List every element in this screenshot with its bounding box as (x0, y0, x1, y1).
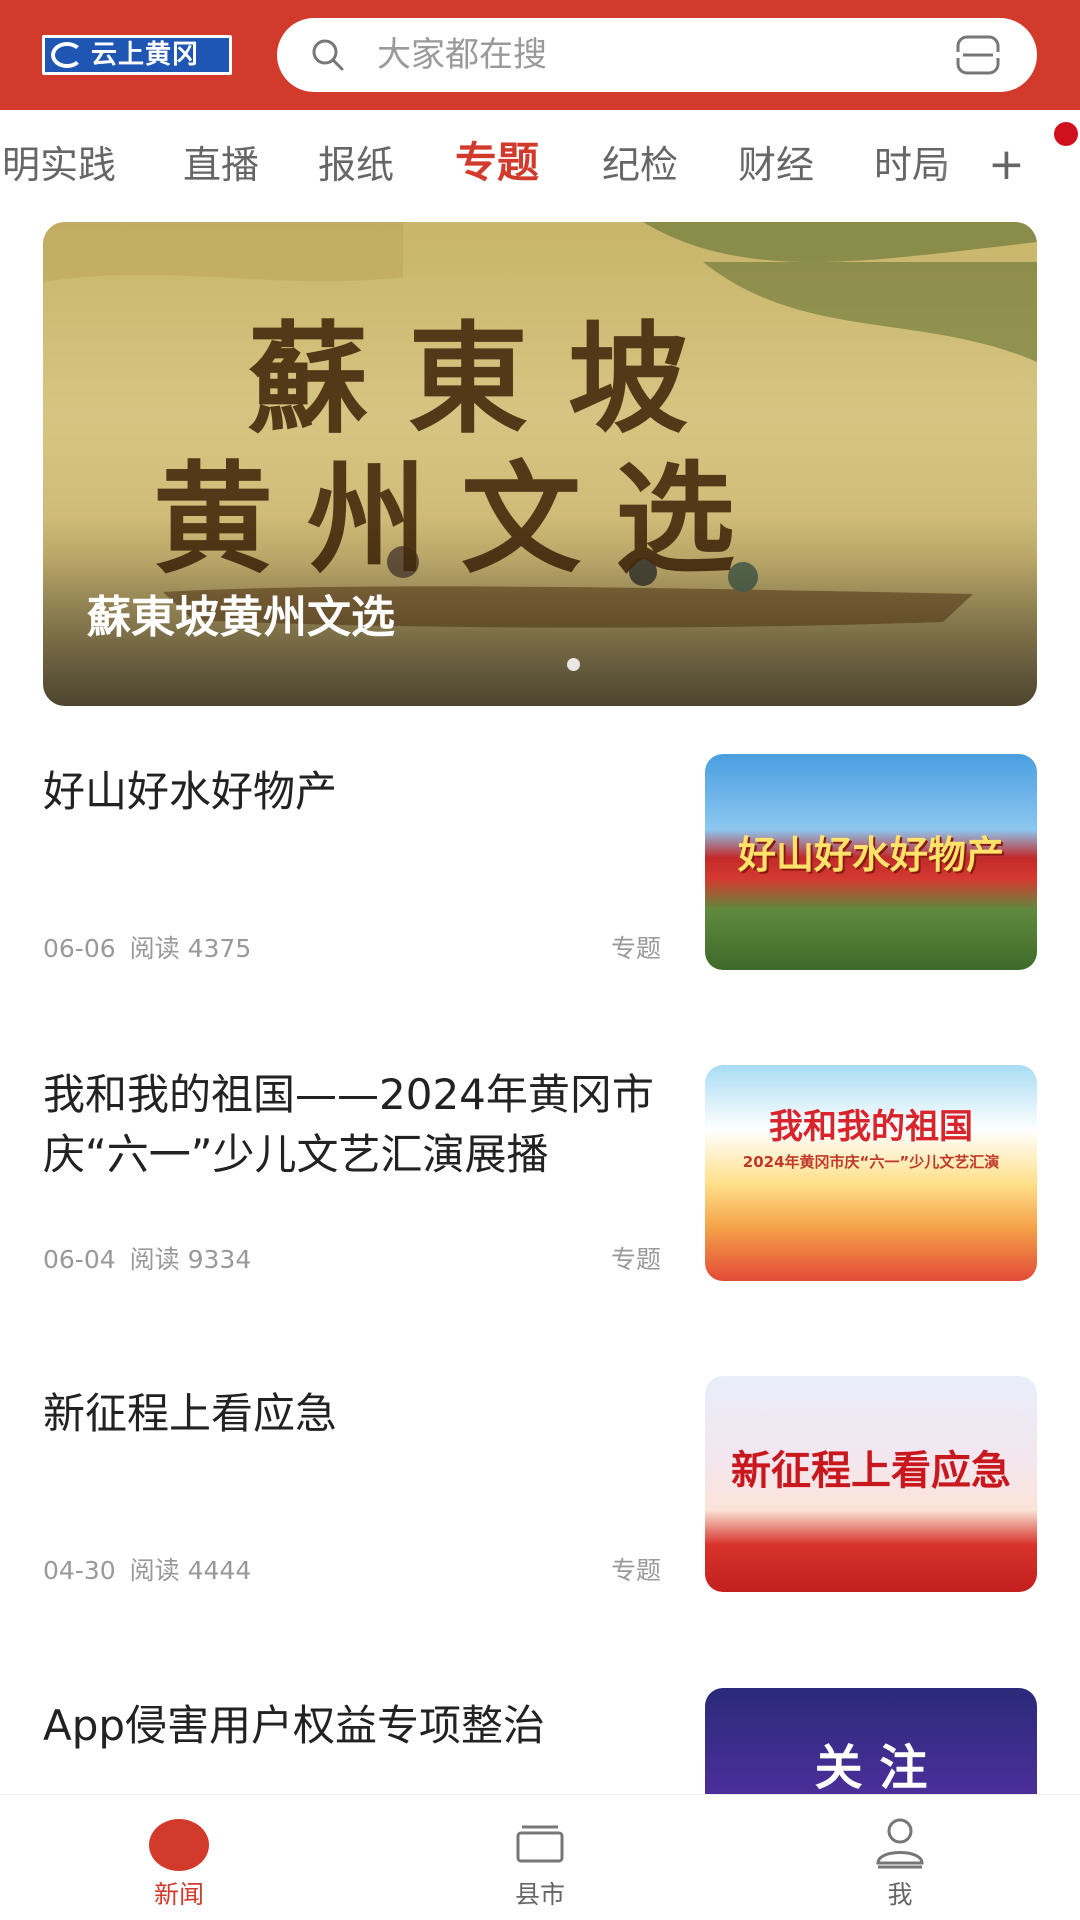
list-item[interactable]: 好山好水好物产 06-06 阅读 4375 专题 好山好水好物产 (0, 754, 1080, 984)
article-date: 06-04 (43, 1245, 116, 1274)
thumbnail-caption: 新征程上看应急 (731, 1448, 1011, 1494)
article-thumbnail: 关 注 (705, 1688, 1037, 1794)
tab-baozhi[interactable]: 报纸 (318, 140, 394, 190)
nav-me-label: 我 (887, 1880, 913, 1909)
notification-dot (1054, 122, 1078, 146)
article-thumbnail: 好山好水好物产 (705, 754, 1037, 970)
list-item[interactable]: 新征程上看应急 04-30 阅读 4444 专题 新征程上看应急 (0, 1376, 1080, 1606)
thumbnail-subcaption: 2024年黄冈市庆“六一”少儿文艺汇演 (742, 1153, 1000, 1171)
article-date: 04-30 (43, 1556, 116, 1585)
tab-jijian[interactable]: 纪检 (602, 140, 678, 190)
bottom-navigation: 新闻 县市 我 (0, 1794, 1080, 1920)
search-placeholder: 大家都在搜 (377, 35, 547, 75)
carousel-indicator (567, 658, 580, 671)
tab-fade (940, 110, 980, 220)
article-reads: 阅读 4444 (129, 1556, 252, 1585)
logo-text: 云上黄冈 (91, 40, 200, 70)
logo-mark-icon (51, 42, 83, 68)
article-tag: 专题 (611, 934, 662, 963)
article-title: 新征程上看应急 (43, 1389, 338, 1438)
thumbnail-caption: 我和我的祖国 (769, 1107, 973, 1147)
search-bar[interactable]: 大家都在搜 (277, 18, 1037, 92)
search-icon (312, 39, 344, 71)
article-meta: 04-30 阅读 4444 (43, 1556, 265, 1586)
article-reads: 阅读 4375 (129, 934, 252, 963)
article-tag: 专题 (611, 1556, 662, 1585)
article-thumbnail: 新征程上看应急 (705, 1376, 1037, 1592)
article-tag: 专题 (611, 1245, 662, 1274)
article-title: 我和我的祖国——2024年黄冈市庆“六一”少儿文艺汇演展播 (43, 1070, 654, 1179)
article-date: 06-06 (43, 934, 116, 963)
user-icon (876, 1818, 924, 1869)
list-item[interactable]: 我和我的祖国——2024年黄冈市庆“六一”少儿文艺汇演展播 06-04 阅读 93… (0, 1065, 1080, 1295)
nav-counties[interactable]: 县市 (440, 1795, 640, 1920)
thumbnail-caption: 关 注 (814, 1740, 928, 1794)
app-header: 云上黄冈 大家都在搜 (0, 0, 1080, 110)
article-meta: 06-06 阅读 4375 (43, 934, 265, 964)
tab-zhibo[interactable]: 直播 (183, 140, 259, 190)
add-channel-button[interactable]: + (988, 140, 1025, 190)
article-title: App侵害用户权益专项整治 (43, 1701, 546, 1750)
article-reads: 阅读 9334 (129, 1245, 252, 1274)
featured-banner[interactable]: 蘇東坡 黄州文选 蘇東坡黄州文选 (43, 222, 1037, 706)
article-thumbnail: 我和我的祖国 2024年黄冈市庆“六一”少儿文艺汇演 (705, 1065, 1037, 1281)
nav-news[interactable]: 新闻 (79, 1795, 279, 1920)
nav-counties-label: 县市 (514, 1880, 565, 1909)
channel-tabs: 明实践 直播 报纸 专题 纪检 财经 时局 + (0, 110, 1080, 220)
layers-icon (516, 1825, 564, 1863)
tab-zhuanti[interactable]: 专题 (455, 138, 539, 188)
app-logo[interactable]: 云上黄冈 (42, 35, 232, 75)
tab-caijing[interactable]: 财经 (738, 140, 814, 190)
tab-mingshijian[interactable]: 明实践 (2, 140, 116, 190)
nav-me[interactable]: 我 (800, 1795, 1000, 1920)
scan-icon[interactable] (955, 34, 1001, 76)
nav-news-label: 新闻 (153, 1880, 204, 1909)
banner-title: 蘇東坡黄州文选 (87, 592, 395, 643)
article-title: 好山好水好物产 (43, 767, 338, 816)
thumbnail-caption: 好山好水好物产 (737, 833, 1004, 877)
news-icon (149, 1819, 209, 1871)
article-meta: 06-04 阅读 9334 (43, 1245, 265, 1275)
tab-shiju[interactable]: 时局 (874, 140, 950, 190)
